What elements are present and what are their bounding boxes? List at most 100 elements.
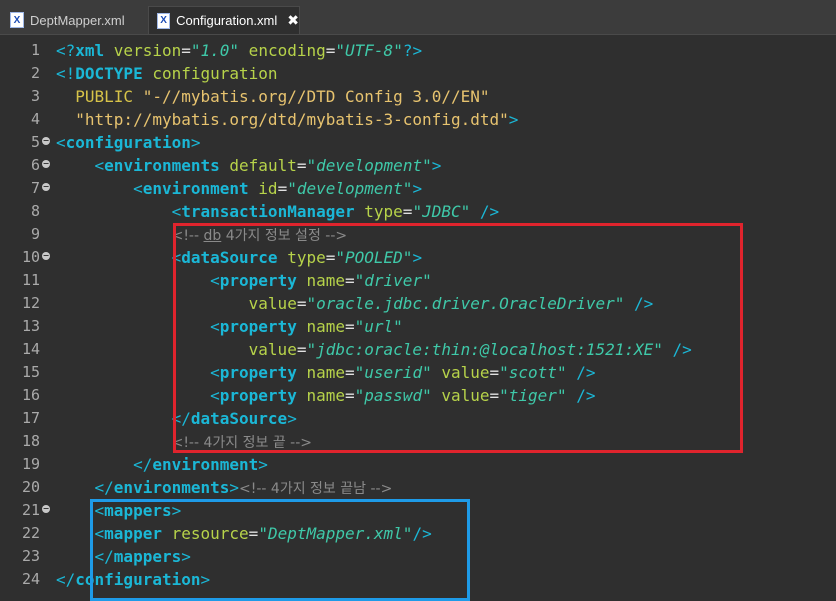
fold-collapse-icon[interactable]: − [42, 505, 50, 513]
line-number: 8 [30, 202, 40, 220]
code-text: <?xml version="1.0" encoding="UTF-8"?> [56, 39, 422, 62]
tab-label: DeptMapper.xml [30, 12, 125, 28]
code-token: configuration [65, 133, 191, 152]
datasource-highlight-box [173, 223, 743, 453]
code-token: type [364, 202, 403, 221]
fold-collapse-icon[interactable]: − [42, 160, 50, 168]
code-token: PUBLIC [56, 87, 143, 106]
code-token: > [431, 156, 442, 175]
code-text: <environment id="development"> [56, 177, 422, 200]
code-text: PUBLIC "-//mybatis.org//DTD Config 3.0//… [56, 85, 489, 108]
line-number: 5 [30, 133, 40, 151]
line-number: 16 [21, 386, 40, 404]
line-number: 24 [21, 570, 40, 588]
line-number: 18 [21, 432, 40, 450]
code-line[interactable]: 8 <transactionManager type="JDBC" /> [0, 200, 836, 223]
code-token: "1.0" [190, 41, 240, 60]
code-token: "UTF-8" [335, 41, 403, 60]
line-number: 20 [21, 478, 40, 496]
code-token: </ [56, 455, 153, 474]
code-line[interactable]: 4 "http://mybatis.org/dtd/mybatis-3-conf… [0, 108, 836, 131]
tab-label: Configuration.xml [176, 13, 278, 28]
code-token: </ [56, 570, 76, 589]
line-number: 15 [21, 363, 40, 381]
code-token: > [190, 133, 201, 152]
code-token: xml [75, 41, 114, 60]
code-token: environments [104, 156, 230, 175]
code-line[interactable]: 6− <environments default="development"> [0, 154, 836, 177]
line-number: 22 [21, 524, 40, 542]
line-number: 1 [30, 41, 40, 59]
code-token: ?> [402, 41, 423, 60]
code-token: "development" [287, 179, 413, 198]
code-token: DOCTYPE [75, 64, 153, 83]
code-token: environment [142, 179, 259, 198]
code-token: = [277, 179, 288, 198]
tab-deptmapper[interactable]: X DeptMapper.xml [4, 6, 140, 34]
code-text: </environment> [56, 453, 268, 476]
line-number: 19 [21, 455, 40, 473]
code-line[interactable]: 3 PUBLIC "-//mybatis.org//DTD Config 3.0… [0, 85, 836, 108]
code-token: < [56, 156, 105, 175]
line-number: 6 [30, 156, 40, 174]
code-line[interactable]: 2 <!DOCTYPE configuration [0, 62, 836, 85]
xml-file-icon: X [157, 12, 171, 29]
code-token: < [56, 202, 182, 221]
code-token: configuration [152, 64, 278, 83]
fold-collapse-icon[interactable]: − [42, 137, 50, 145]
code-token: encoding [239, 41, 326, 60]
code-token: < [56, 248, 182, 267]
line-number: 23 [21, 547, 40, 565]
code-text: <configuration> [56, 131, 201, 154]
editor-tab-bar: X DeptMapper.xml X Configuration.xml ✖ [0, 0, 836, 35]
code-token: environments [113, 478, 230, 497]
code-line[interactable]: 1 <?xml version="1.0" encoding="UTF-8"?> [0, 39, 836, 62]
code-line[interactable]: 19 </environment> [0, 453, 836, 476]
code-token: <! [56, 64, 76, 83]
code-token: "http://mybatis.org/dtd/mybatis-3-config… [56, 110, 509, 129]
line-number: 4 [30, 110, 40, 128]
code-token: < [56, 133, 66, 152]
fold-collapse-icon[interactable]: − [42, 252, 50, 260]
line-number: 21 [21, 501, 40, 519]
line-number: 3 [30, 87, 40, 105]
line-number: 12 [21, 294, 40, 312]
code-token: < [56, 179, 143, 198]
xml-file-icon: X [10, 12, 24, 28]
code-text: <environments default="development"> [56, 154, 442, 177]
code-token: > [229, 478, 240, 497]
code-token: version [113, 41, 182, 60]
code-token: transactionManager [181, 202, 365, 221]
code-token: "development" [306, 156, 432, 175]
code-token: /> [470, 202, 500, 221]
code-text: "http://mybatis.org/dtd/mybatis-3-config… [56, 108, 518, 131]
code-line[interactable]: 20 </environments><!-- 4가지 정보 끝남 --> [0, 476, 836, 499]
close-icon[interactable]: ✖ [287, 13, 299, 29]
code-line[interactable]: 5− <configuration> [0, 131, 836, 154]
code-line[interactable]: 7− <environment id="development"> [0, 177, 836, 200]
code-token: = [402, 202, 413, 221]
code-token: "JDBC" [412, 202, 471, 221]
mappers-highlight-box [90, 499, 470, 601]
line-number: 7 [30, 179, 40, 197]
line-number: 17 [21, 409, 40, 427]
code-editor[interactable]: 1 <?xml version="1.0" encoding="UTF-8"?> 2… [0, 35, 836, 601]
code-text: <!DOCTYPE configuration [56, 62, 278, 85]
code-token: environment [152, 455, 259, 474]
code-token: </ [56, 409, 191, 428]
line-number: 9 [30, 225, 40, 243]
code-token: > [508, 110, 519, 129]
tab-configuration[interactable]: X Configuration.xml ✖ [148, 6, 300, 34]
code-token: </ [56, 478, 114, 497]
line-number: 10 [21, 248, 40, 266]
line-number: 14 [21, 340, 40, 358]
line-number: 2 [30, 64, 40, 82]
code-token: = [181, 41, 191, 60]
code-token: "-//mybatis.org//DTD Config 3.0//EN" [142, 87, 490, 106]
code-token: > [412, 179, 423, 198]
fold-collapse-icon[interactable]: − [42, 183, 50, 191]
code-text: </environments><!-- 4가지 정보 끝남 --> [56, 476, 393, 501]
line-number: 13 [21, 317, 40, 335]
code-text: <transactionManager type="JDBC" /> [56, 200, 500, 223]
